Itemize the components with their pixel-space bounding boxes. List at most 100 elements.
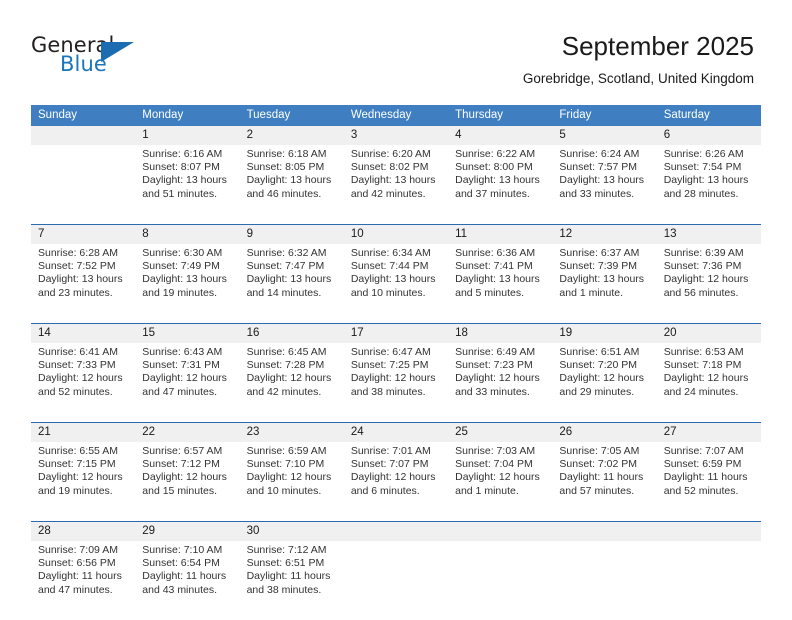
day-sunset: Sunset: 7:20 PM <box>559 359 638 372</box>
weekday-header-saturday: Saturday <box>656 105 761 126</box>
day-cell[interactable]: Sunrise: 7:05 AM Sunset: 7:02 PM Daylight:… <box>552 442 657 510</box>
day-number-cell[interactable]: 12 <box>552 224 657 244</box>
day-number: 19 <box>559 327 573 339</box>
day-number-cell[interactable]: 4 <box>448 126 553 145</box>
day-sunset: Sunset: 7:44 PM <box>350 260 429 273</box>
day-cell[interactable]: Sunrise: 7:07 AM Sunset: 6:59 PM Daylight:… <box>656 442 761 510</box>
day-cell[interactable]: Sunrise: 6:45 AM Sunset: 7:28 PM Daylight:… <box>239 343 344 411</box>
day-sunrise: Sunrise: 7:10 AM <box>142 544 223 556</box>
day-cell[interactable]: Sunrise: 7:03 AM Sunset: 7:04 PM Daylight:… <box>448 442 553 510</box>
day-number-cell[interactable]: 26 <box>552 422 657 442</box>
day-number-cell[interactable]: 9 <box>239 224 344 244</box>
day-number-cell[interactable]: 7 <box>31 224 136 244</box>
day-cell[interactable]: Sunrise: 6:16 AM Sunset: 8:07 PM Daylight:… <box>135 145 240 213</box>
day-sunset: Sunset: 8:07 PM <box>142 161 220 174</box>
day-cell[interactable]: Sunrise: 6:51 AM Sunset: 7:20 PM Daylight:… <box>552 343 657 411</box>
week-daynum-row: 1 2 3 4 5 6 <box>31 126 761 145</box>
day-number-cell[interactable]: 3 <box>343 126 449 145</box>
day-number-cell[interactable]: 30 <box>239 521 344 541</box>
day-cell[interactable]: Sunrise: 6:49 AM Sunset: 7:23 PM Daylight:… <box>448 343 553 411</box>
day-cell[interactable]: Sunrise: 6:32 AM Sunset: 7:47 PM Daylight:… <box>239 244 344 312</box>
day-number: 20 <box>663 327 677 339</box>
day-daylight-line1: Daylight: 13 hours <box>559 273 645 286</box>
day-daylight-line2: and 29 minutes. <box>559 385 635 398</box>
day-number: 25 <box>455 426 468 438</box>
day-number-cell[interactable]: 13 <box>656 224 761 244</box>
day-cell[interactable]: Sunrise: 6:30 AM Sunset: 7:49 PM Daylight:… <box>135 244 240 312</box>
day-cell[interactable]: Sunrise: 6:43 AM Sunset: 7:31 PM Daylight:… <box>135 343 240 411</box>
day-number-cell[interactable]: 24 <box>343 422 449 442</box>
day-sunrise: Sunrise: 6:30 AM <box>142 247 223 259</box>
day-number-cell[interactable]: 8 <box>135 224 240 244</box>
day-cell[interactable]: Sunrise: 7:09 AM Sunset: 6:56 PM Daylight:… <box>31 541 136 609</box>
weekday-header-friday: Friday <box>552 105 657 126</box>
day-cell[interactable]: Sunrise: 6:37 AM Sunset: 7:39 PM Daylight:… <box>552 244 657 312</box>
day-sunrise: Sunrise: 6:49 AM <box>455 346 536 358</box>
weekday-header-thursday: Thursday <box>448 105 553 126</box>
day-number-cell[interactable]: 5 <box>552 126 657 145</box>
day-number-cell[interactable]: 21 <box>31 422 136 442</box>
day-daylight-line2: and 46 minutes. <box>246 187 322 200</box>
day-cell[interactable]: Sunrise: 6:59 AM Sunset: 7:10 PM Daylight:… <box>239 442 344 510</box>
day-number-cell[interactable]: 17 <box>343 323 449 343</box>
day-number-cell[interactable]: 27 <box>656 422 761 442</box>
page-header: General Blue September 2025 Gorebridge, … <box>0 0 792 100</box>
calendar-table: Sunday Monday Tuesday Wednesday Thursday… <box>31 105 761 620</box>
day-daylight-line2: and 14 minutes. <box>246 286 322 299</box>
day-cell[interactable]: Sunrise: 6:39 AM Sunset: 7:36 PM Daylight:… <box>656 244 761 312</box>
day-cell[interactable]: Sunrise: 6:47 AM Sunset: 7:25 PM Daylight:… <box>343 343 449 411</box>
day-number-cell[interactable]: 22 <box>135 422 240 442</box>
day-number-cell[interactable]: 14 <box>31 323 136 343</box>
day-number: 8 <box>142 228 149 240</box>
day-number: 16 <box>246 327 260 339</box>
day-cell[interactable]: Sunrise: 6:22 AM Sunset: 8:00 PM Daylight:… <box>448 145 553 213</box>
day-cell[interactable]: Sunrise: 6:24 AM Sunset: 7:57 PM Daylight:… <box>552 145 657 213</box>
day-number-cell[interactable]: 16 <box>239 323 344 343</box>
day-cell[interactable]: Sunrise: 6:26 AM Sunset: 7:54 PM Daylight:… <box>656 145 761 213</box>
day-cell[interactable]: Sunrise: 6:18 AM Sunset: 8:05 PM Daylight:… <box>239 145 344 213</box>
calendar-body: 1 2 3 4 5 6 Sunrise: 6:16 AM Sunset: 8:07 PM Day… <box>31 126 761 620</box>
day-daylight-line1: Daylight: 12 hours <box>350 471 436 484</box>
day-number-cell[interactable]: 18 <box>448 323 553 343</box>
day-sunset: Sunset: 7:36 PM <box>663 260 742 273</box>
week-separator-line <box>31 609 761 620</box>
day-number: 4 <box>455 129 462 141</box>
day-cell[interactable]: Sunrise: 6:34 AM Sunset: 7:44 PM Daylight:… <box>343 244 449 312</box>
day-number-cell[interactable]: 23 <box>239 422 344 442</box>
day-sunrise: Sunrise: 7:12 AM <box>246 544 327 556</box>
day-cell[interactable]: Sunrise: 6:28 AM Sunset: 7:52 PM Daylight:… <box>31 244 136 312</box>
week-daynum-row: 21 22 23 24 25 26 27 <box>31 422 761 442</box>
day-cell[interactable]: Sunrise: 7:10 AM Sunset: 6:54 PM Daylight:… <box>135 541 240 609</box>
day-number-cell[interactable]: 28 <box>31 521 136 541</box>
day-sunset: Sunset: 7:15 PM <box>38 458 116 471</box>
day-cell[interactable]: Sunrise: 6:20 AM Sunset: 8:02 PM Daylight:… <box>343 145 449 213</box>
day-number-cell[interactable]: 1 <box>135 126 240 145</box>
day-sunset: Sunset: 7:31 PM <box>142 359 220 372</box>
day-number-cell[interactable]: 20 <box>656 323 761 343</box>
day-number-cell[interactable]: 11 <box>448 224 553 244</box>
day-cell[interactable]: Sunrise: 6:57 AM Sunset: 7:12 PM Daylight:… <box>135 442 240 510</box>
day-cell-empty <box>343 541 449 609</box>
day-daylight-line1: Daylight: 11 hours <box>246 570 331 583</box>
day-daylight-line1: Daylight: 12 hours <box>559 372 645 385</box>
day-number-cell[interactable]: 29 <box>135 521 240 541</box>
day-number-cell[interactable]: 10 <box>343 224 449 244</box>
day-sunset: Sunset: 7:12 PM <box>142 458 220 471</box>
day-number-cell[interactable]: 6 <box>656 126 761 145</box>
day-number-cell[interactable]: 15 <box>135 323 240 343</box>
day-sunset: Sunset: 7:04 PM <box>455 458 533 471</box>
day-sunset: Sunset: 7:07 PM <box>350 458 429 471</box>
day-cell[interactable]: Sunrise: 6:53 AM Sunset: 7:18 PM Daylight:… <box>656 343 761 411</box>
brand-logo[interactable]: General Blue <box>31 33 151 83</box>
day-daylight-line1: Daylight: 13 hours <box>246 273 332 286</box>
day-cell[interactable]: Sunrise: 6:55 AM Sunset: 7:15 PM Daylight:… <box>31 442 136 510</box>
day-number-cell[interactable]: 19 <box>552 323 657 343</box>
day-cell[interactable]: Sunrise: 7:12 AM Sunset: 6:51 PM Daylight:… <box>239 541 344 609</box>
day-cell[interactable]: Sunrise: 6:36 AM Sunset: 7:41 PM Daylight:… <box>448 244 553 312</box>
day-number-cell[interactable]: 2 <box>239 126 344 145</box>
day-cell[interactable]: Sunrise: 7:01 AM Sunset: 7:07 PM Daylight:… <box>343 442 449 510</box>
week-separator-line <box>31 213 761 225</box>
day-daylight-line1: Daylight: 12 hours <box>455 471 540 484</box>
day-number-cell[interactable]: 25 <box>448 422 553 442</box>
day-cell[interactable]: Sunrise: 6:41 AM Sunset: 7:33 PM Daylight:… <box>31 343 136 411</box>
